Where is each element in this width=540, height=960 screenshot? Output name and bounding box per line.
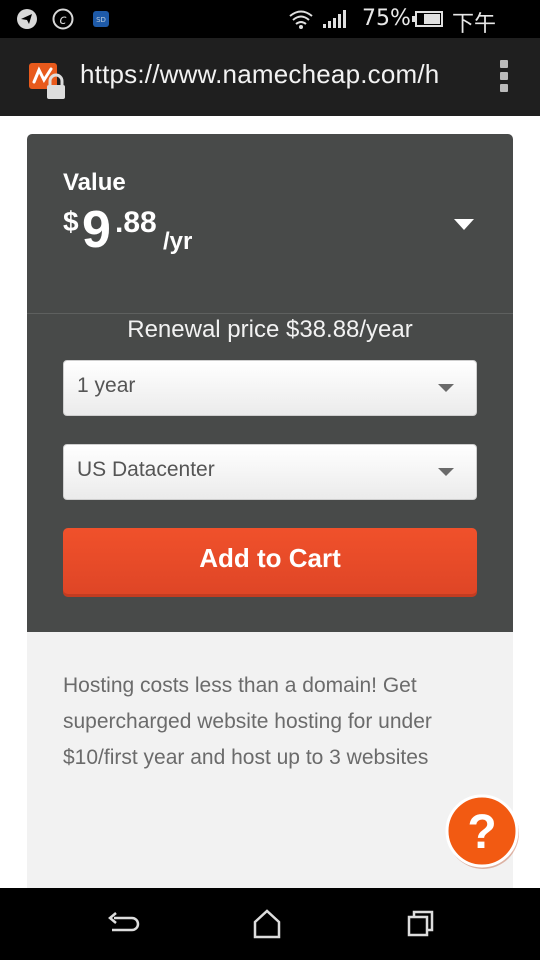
home-icon[interactable] (247, 908, 287, 940)
address-bar-url[interactable]: https://www.namecheap.com/h (80, 59, 455, 95)
browser-toolbar: https://www.namecheap.com/h (0, 38, 540, 116)
signal-icon (323, 10, 346, 28)
overflow-menu-icon[interactable] (495, 60, 513, 96)
recents-icon[interactable] (401, 908, 441, 940)
battery-icon (412, 11, 443, 27)
add-to-cart-button[interactable]: Add to Cart (63, 528, 477, 597)
svg-text:?: ? (467, 806, 496, 859)
term-select-value: 1 year (77, 374, 136, 397)
price-currency: $ (63, 206, 79, 237)
expand-caret-icon[interactable] (452, 216, 476, 232)
price-integer: 9 (82, 201, 111, 259)
price-decimal: .88 (115, 206, 157, 239)
divider (27, 313, 513, 314)
system-nav-bar (0, 888, 540, 960)
promo-info-section: Hosting costs less than a domain! Get su… (27, 632, 513, 888)
datacenter-select[interactable]: US Datacenter (63, 444, 477, 500)
renewal-price: Renewal price $38.88/year (127, 316, 413, 343)
wifi-icon (289, 10, 313, 29)
svg-text:SD: SD (96, 16, 106, 24)
copyright-c-icon: c (52, 8, 74, 30)
promo-text: Hosting costs less than a domain! Get su… (63, 674, 432, 769)
price-period: /yr (163, 228, 193, 255)
namecheap-favicon-icon (29, 63, 65, 99)
term-select[interactable]: 1 year (63, 360, 477, 416)
status-bar: c SD 75% 下午7:05 (0, 0, 540, 63)
question-mark-icon[interactable]: ? (444, 793, 522, 871)
datacenter-select-value: US Datacenter (77, 458, 215, 481)
svg-text:c: c (59, 13, 66, 28)
telegram-icon (17, 9, 37, 29)
chevron-down-icon (438, 468, 454, 476)
sd-card-icon: SD (93, 11, 109, 27)
battery-percent: 75% (362, 6, 411, 31)
chevron-down-icon (438, 384, 454, 392)
plan-name: Value (63, 169, 126, 196)
pricing-card: Value $ 9 .88 /yr Renewal price $38.88/y… (27, 134, 513, 632)
back-icon[interactable] (102, 908, 142, 940)
